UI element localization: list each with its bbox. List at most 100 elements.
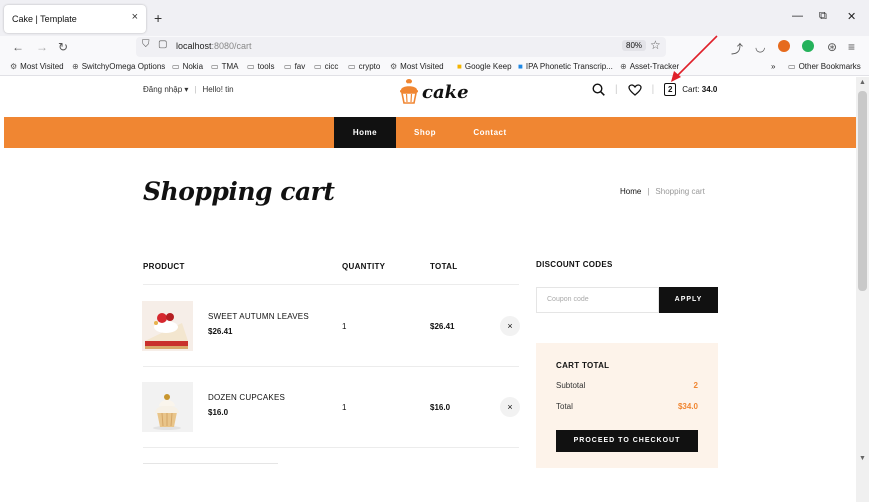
subtotal-label: Subtotal [556,381,586,390]
shield-ext-icon[interactable]: ◡ [755,40,765,54]
product-name[interactable]: SWEET AUTUMN LEAVES [208,312,309,321]
gear-icon: ⚙ [10,62,18,71]
bookmark-most-visited[interactable]: ⚙ Most Visited [10,62,64,71]
page-icon: ▢ [158,39,168,50]
bookmark-other[interactable]: ▭ Other Bookmarks [788,62,861,71]
header-actions: | | 2 Cart: 34.0 [592,83,717,96]
subtotal-row: Subtotal 2 [556,381,698,390]
coupon-input[interactable]: Coupon code [536,287,659,313]
bookmark-crypto[interactable]: ▭ crypto [348,62,380,71]
header-total: TOTAL [430,262,458,271]
quantity-value[interactable]: 1 [342,322,346,331]
menu-contact[interactable]: Contact [454,117,526,148]
breadcrumb-separator: | [647,187,650,196]
remove-item-button[interactable]: × [500,397,520,417]
quantity-value[interactable]: 1 [342,403,346,412]
row-total: $26.41 [430,322,455,331]
remove-item-button[interactable]: × [500,316,520,336]
discount-title: DISCOUNT CODES [536,260,613,269]
back-icon[interactable]: ← [12,40,24,54]
page-scrollbar[interactable]: ▲ ▼ [856,77,869,502]
url-bar[interactable]: ⛉ ▢ localhost:8080/cart [136,37,666,57]
url-path: :8080/cart [211,41,252,51]
cart-total-panel: CART TOTAL Subtotal 2 Total $34.0 PROCEE… [536,343,718,468]
header-product: PRODUCT [143,262,185,271]
breadcrumb-current: Shopping cart [655,187,705,196]
breadcrumb-home[interactable]: Home [620,187,641,196]
bookmark-ipa[interactable]: ■ IPA Phonetic Transcrip... [518,62,613,71]
folder-icon: ▭ [284,62,292,71]
dozen-cupcakes-image [142,382,193,432]
apply-button[interactable]: APPLY [659,287,718,313]
zoom-level[interactable]: 80% [622,40,647,51]
greeting: Hello! tin [202,85,234,94]
sweet-autumn-leaves-image [142,301,193,351]
minimize-button[interactable]: — [792,10,803,22]
bookmark-switchyomega[interactable]: ⊕ SwitchyOmega Options [72,62,165,71]
pocket-icon[interactable]: ⤴ [731,40,743,57]
product-price: $16.0 [208,408,229,417]
table-divider [143,447,519,448]
url-host: localhost [176,41,212,51]
menu-shop[interactable]: Shop [396,117,454,148]
shield-icon[interactable]: ⛉ [142,39,150,50]
browser-toolbar: ← → ↻ ⛉ ▢ localhost:8080/cart 80% ☆ ⤴ ◡ … [0,36,869,58]
site-logo[interactable]: cake [398,77,469,105]
cart-link[interactable]: 2 Cart: 34.0 [664,83,717,96]
url-text: localhost:8080/cart [176,41,252,51]
ext-orange-icon[interactable] [778,40,790,52]
menu-home[interactable]: Home [334,117,396,148]
cupcake-logo-icon [400,79,418,104]
folder-icon: ▭ [247,62,255,71]
product-price: $26.41 [208,327,233,336]
folder-icon: ▭ [788,62,796,71]
close-window-button[interactable]: ✕ [847,10,856,23]
bookmark-nokia[interactable]: ▭ Nokia [172,62,203,71]
folder-icon: ▭ [172,62,180,71]
reload-icon[interactable]: ↻ [58,40,68,54]
login-dropdown[interactable]: Đăng nhập ▾ [143,85,188,94]
header-divider-2: | [651,84,655,95]
bookmark-fav[interactable]: ▭ fav [284,62,305,71]
table-divider [143,284,519,285]
header-account: Đăng nhập ▾ | Hello! tin [143,85,234,94]
bookmarks-bar: ⚙ Most Visited ⊕ SwitchyOmega Options ▭ Nok… [0,58,869,76]
tab-title: Cake | Template [12,14,77,24]
search-icon[interactable] [592,83,605,96]
bookmark-tools[interactable]: ▭ tools [247,62,274,71]
bookmark-tma[interactable]: ▭ TMA [211,62,238,71]
continue-button-edge [143,463,278,464]
bookmark-star-icon[interactable]: ☆ [650,38,661,52]
scroll-thumb[interactable] [858,91,867,291]
bookmark-most-visited-2[interactable]: ⚙ Most Visited [390,62,444,71]
scroll-up-icon[interactable]: ▲ [859,79,866,86]
menu-icon[interactable]: ≡ [848,40,855,54]
cart-total-title: CART TOTAL [556,361,610,370]
browser-tab[interactable]: Cake | Template × [4,5,146,33]
forward-icon[interactable]: → [36,40,48,54]
bookmark-asset-tracker[interactable]: ⊕ Asset-Tracker [620,62,679,71]
main-menu: Home Shop Contact [4,117,856,148]
cart-count-icon: 2 [664,83,677,96]
total-label: Total [556,402,573,411]
new-tab-button[interactable]: + [154,10,162,26]
bookmarks-overflow-icon[interactable]: » [771,62,775,71]
breadcrumb: Home | Shopping cart [620,187,705,196]
extension-icon[interactable]: ⊛ [827,40,837,54]
checkout-button[interactable]: PROCEED TO CHECKOUT [556,430,698,452]
grammarly-icon[interactable] [802,40,814,52]
header-divider-1: | [615,84,618,95]
bookmark-google-keep[interactable]: ■ Google Keep [457,62,512,71]
restore-button[interactable]: ⧉ [819,10,827,23]
heart-icon[interactable] [627,83,642,96]
bookmark-cicc[interactable]: ▭ cicc [314,62,338,71]
tab-close-icon[interactable]: × [132,11,138,23]
cart-value: 34.0 [701,85,718,94]
gear-icon: ⚙ [390,62,398,71]
header-quantity: QUANTITY [342,262,386,271]
folder-icon: ▭ [211,62,219,71]
product-name[interactable]: DOZEN CUPCAKES [208,393,285,402]
folder-icon: ▭ [348,62,356,71]
logo-text: cake [422,82,469,103]
scroll-down-icon[interactable]: ▼ [859,455,866,462]
